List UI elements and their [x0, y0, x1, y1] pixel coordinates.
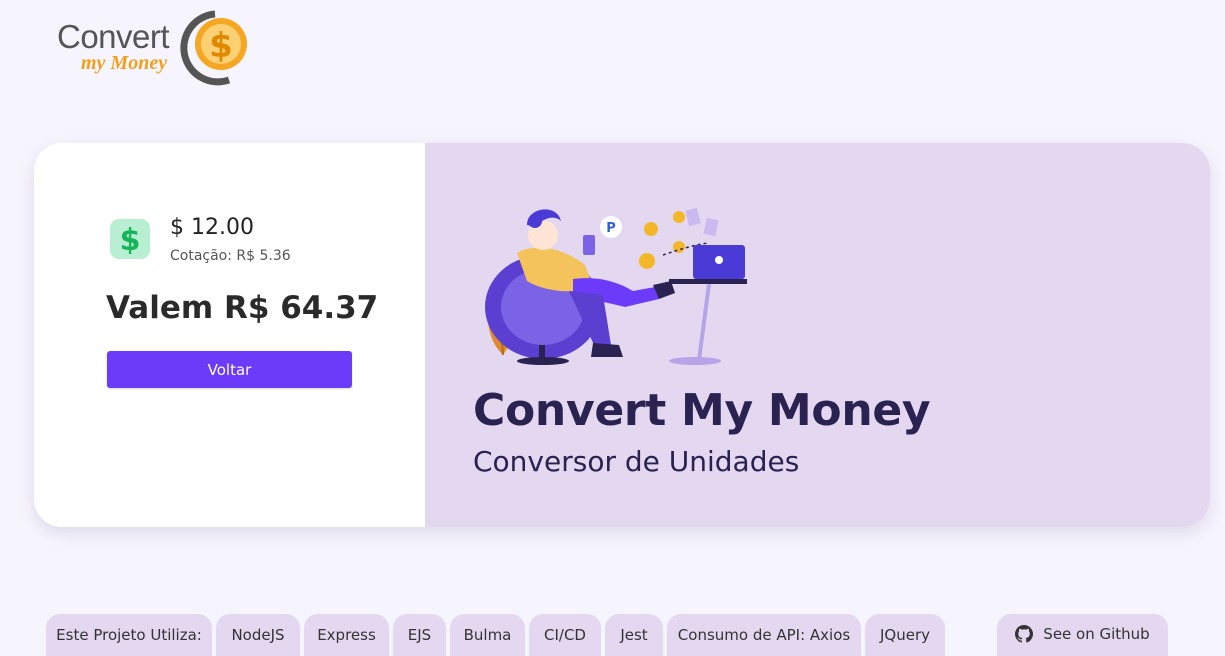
illustration-person-laptop: P [485, 207, 747, 365]
tag-jest: Jest [605, 614, 663, 656]
logo-word: Convert [57, 18, 170, 55]
conversion-card: $ $ 12.00 Cotação: R$ 5.36 Valem R$ 64.3… [34, 143, 1210, 527]
svg-text:$: $ [120, 224, 141, 254]
result-panel: $ $ 12.00 Cotação: R$ 5.36 Valem R$ 64.3… [34, 143, 425, 527]
exchange-rate: Cotação: R$ 5.36 [170, 248, 291, 264]
tag-ejs: EJS [393, 614, 446, 656]
logo-subtitle: my Money [81, 52, 168, 74]
github-label: See on Github [1043, 625, 1150, 643]
dollar-coin-icon: $ [180, 10, 247, 86]
back-button[interactable]: Voltar [107, 351, 352, 388]
tag-nodejs: NodeJS [216, 614, 300, 656]
github-link[interactable]: See on Github [997, 614, 1168, 656]
money-icon: $ [110, 219, 150, 259]
app-logo[interactable]: Convert my Money $ [57, 8, 257, 90]
tag-bulma: Bulma [450, 614, 525, 656]
github-icon [1015, 625, 1034, 643]
svg-text:P: P [606, 221, 616, 236]
brand-subtitle: Conversor de Unidades [473, 445, 800, 478]
brand-title: Convert My Money [473, 385, 931, 436]
tag-label: Este Projeto Utiliza: [46, 614, 212, 656]
brand-panel: P Convert My Money Conversor de Unidades [425, 143, 1210, 527]
tag-cicd: CI/CD [529, 614, 601, 656]
svg-text:$: $ [209, 26, 233, 66]
tag-axios: Consumo de API: Axios [667, 614, 861, 656]
converted-result: Valem R$ 64.37 [106, 290, 379, 326]
tag-jquery: JQuery [865, 614, 945, 656]
tag-express: Express [304, 614, 389, 656]
amount-value: $ 12.00 [170, 215, 254, 240]
